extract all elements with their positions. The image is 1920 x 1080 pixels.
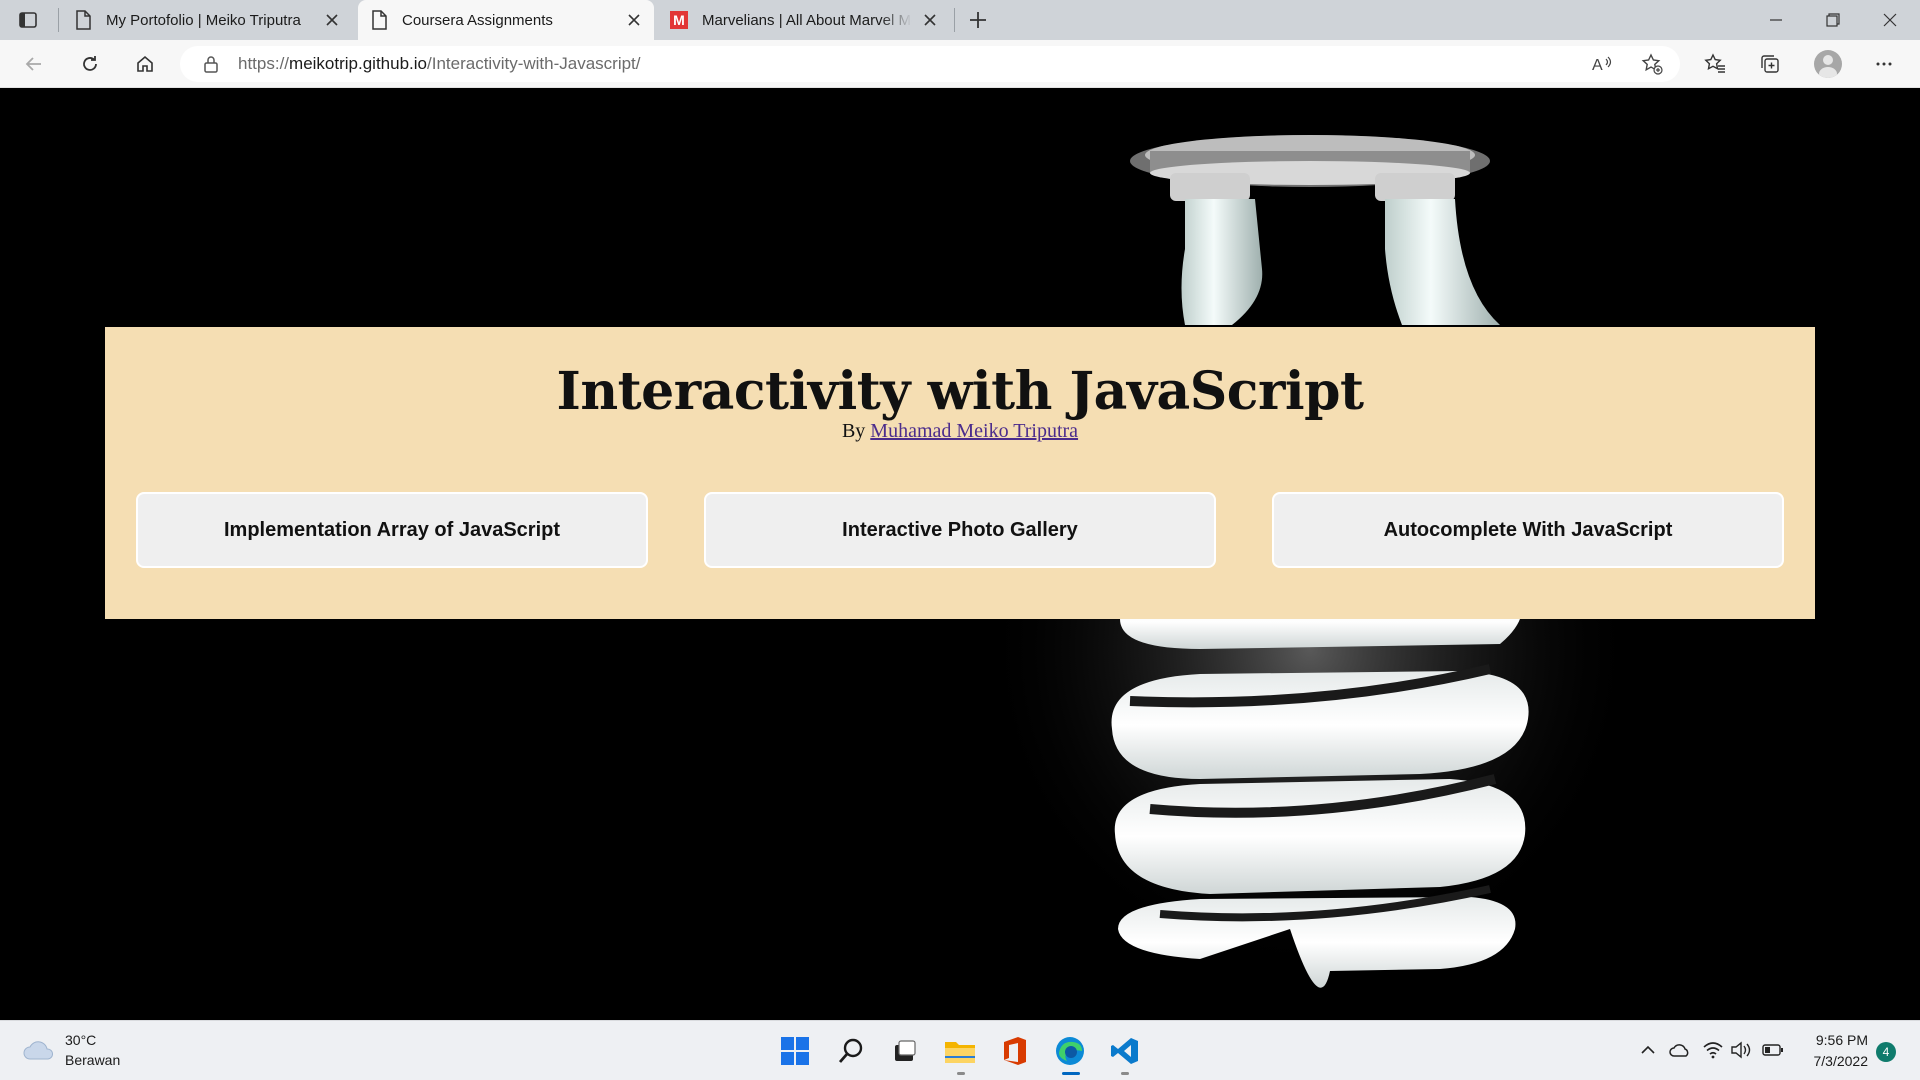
tab-actions-icon[interactable] [18,10,38,30]
weather-description[interactable]: Berawan [65,1052,120,1068]
edge-icon[interactable] [1052,1033,1088,1069]
minimize-icon[interactable] [1764,8,1788,32]
search-icon[interactable] [833,1033,869,1069]
profile-avatar[interactable] [1814,50,1842,78]
browser-tab-strip: My Portofolio | Meiko Triputra Coursera … [0,0,1920,40]
battery-icon[interactable] [1762,1039,1784,1061]
tab-marvelians[interactable]: M Marvelians | All About Marvel Movies [658,0,950,40]
byline: By Muhamad Meiko Triputra [105,420,1815,443]
active-app-indicator [1062,1072,1080,1075]
weather-temperature[interactable]: 30°C [65,1032,96,1048]
page-icon [372,10,387,30]
tab-separator [58,8,59,32]
tab-coursera-assignments[interactable]: Coursera Assignments [358,0,654,40]
header-panel: Interactivity with JavaScript By Muhamad… [105,327,1815,619]
favorites-icon[interactable] [1703,52,1727,76]
refresh-icon[interactable] [78,52,102,76]
array-implementation-button[interactable]: Implementation Array of JavaScript [136,492,648,568]
collections-icon[interactable] [1758,52,1782,76]
tab-title: Coursera Assignments [402,11,553,29]
file-explorer-icon[interactable] [942,1033,978,1069]
notification-badge[interactable]: 4 [1876,1042,1896,1062]
restore-icon[interactable] [1821,8,1845,32]
start-icon[interactable] [777,1033,813,1069]
new-tab-icon[interactable] [966,8,990,32]
page-viewport: Interactivity with JavaScript By Muhamad… [0,89,1920,1020]
svg-text:A: A [1592,57,1603,74]
autocomplete-button[interactable]: Autocomplete With JavaScript [1272,492,1784,568]
vscode-icon[interactable] [1107,1033,1143,1069]
running-indicator [957,1072,965,1075]
close-tab-icon[interactable] [324,12,340,28]
running-indicator [1121,1072,1129,1075]
clock-date[interactable]: 7/3/2022 [1814,1053,1869,1069]
photo-gallery-button[interactable]: Interactive Photo Gallery [704,492,1216,568]
wifi-icon[interactable] [1702,1039,1724,1061]
browser-toolbar: https://meikotrip.github.io/Interactivit… [0,40,1920,88]
author-link[interactable]: Muhamad Meiko Triputra [870,420,1078,442]
home-icon[interactable] [133,52,157,76]
back-icon[interactable] [22,52,46,76]
office-icon[interactable] [997,1033,1033,1069]
page-icon [76,10,91,30]
clock-time[interactable]: 9:56 PM [1816,1032,1868,1048]
read-aloud-icon[interactable]: A [1590,52,1614,76]
lock-icon[interactable] [202,55,220,73]
tab-title: Marvelians | All About Marvel Movies [702,11,912,29]
onedrive-icon[interactable] [1669,1039,1691,1061]
add-favorite-icon[interactable] [1640,52,1664,76]
task-view-icon[interactable] [887,1033,923,1069]
tab-separator [954,8,955,32]
address-bar[interactable]: https://meikotrip.github.io/Interactivit… [180,46,1680,82]
page-title: Interactivity with JavaScript [556,361,1364,422]
close-tab-icon[interactable] [922,12,938,28]
tab-title: My Portofolio | Meiko Triputra [106,11,301,29]
byline-prefix: By [841,420,866,442]
more-options-icon[interactable] [1872,52,1896,76]
windows-taskbar: 30°C Berawan 9:56 PM 7/3/2022 4 [0,1020,1920,1080]
close-tab-icon[interactable] [626,12,642,28]
volume-icon[interactable] [1730,1039,1752,1061]
url-text[interactable]: https://meikotrip.github.io/Interactivit… [238,54,641,74]
marvel-m-icon: M [670,11,688,29]
cloud-weather-icon[interactable] [22,1037,56,1061]
chevron-up-icon[interactable] [1637,1039,1659,1061]
close-window-icon[interactable] [1878,8,1902,32]
tab-my-portofolio[interactable]: My Portofolio | Meiko Triputra [62,0,352,40]
